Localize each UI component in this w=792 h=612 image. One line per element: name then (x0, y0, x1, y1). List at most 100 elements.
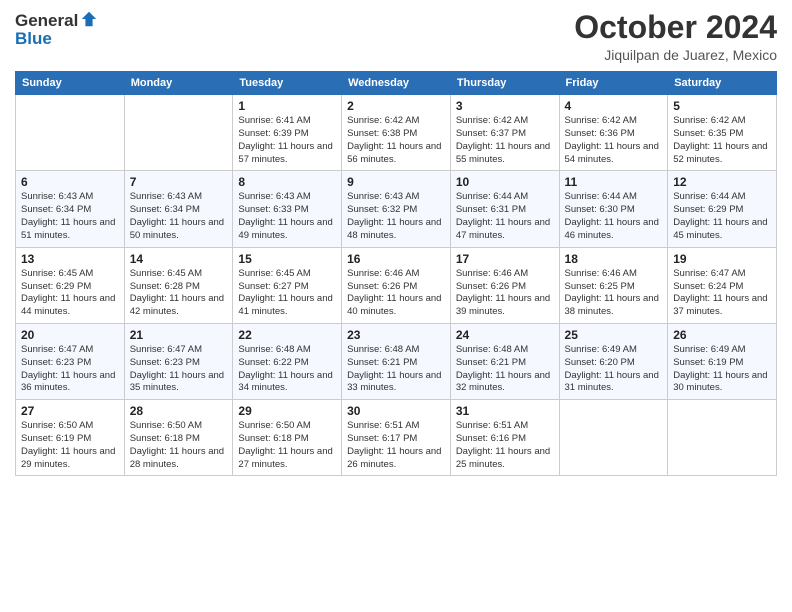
day-number: 31 (456, 404, 554, 418)
day-number: 27 (21, 404, 119, 418)
day-info: Sunrise: 6:42 AMSunset: 6:37 PMDaylight:… (456, 115, 554, 166)
day-info: Sunrise: 6:42 AMSunset: 6:38 PMDaylight:… (347, 115, 445, 166)
table-row: 17Sunrise: 6:46 AMSunset: 6:26 PMDayligh… (450, 247, 559, 323)
calendar-week-row: 27 Sunrise: 6:50 AMSunset: 6:19 PMDayligh… (16, 400, 777, 476)
table-row: 27 Sunrise: 6:50 AMSunset: 6:19 PMDayligh… (16, 400, 125, 476)
day-number: 25 (565, 328, 663, 342)
day-number: 10 (456, 175, 554, 189)
table-row: 12 Sunrise: 6:44 AMSunset: 6:29 PMDayligh… (668, 171, 777, 247)
day-info: Sunrise: 6:50 AMSunset: 6:19 PMDaylight:… (21, 420, 119, 471)
table-row: 20 Sunrise: 6:47 AMSunset: 6:23 PMDayligh… (16, 323, 125, 399)
day-info: Sunrise: 6:48 AMSunset: 6:22 PMDaylight:… (238, 344, 336, 395)
day-info: Sunrise: 6:45 AMSunset: 6:27 PMDaylight:… (238, 268, 336, 319)
table-row: 14 Sunrise: 6:45 AMSunset: 6:28 PMDayligh… (124, 247, 233, 323)
day-info: Sunrise: 6:48 AMSunset: 6:21 PMDaylight:… (347, 344, 445, 395)
table-row: 10 Sunrise: 6:44 AMSunset: 6:31 PMDayligh… (450, 171, 559, 247)
table-row: 7 Sunrise: 6:43 AMSunset: 6:34 PMDaylight… (124, 171, 233, 247)
day-number: 13 (21, 252, 119, 266)
table-row: 2 Sunrise: 6:42 AMSunset: 6:38 PMDaylight… (342, 95, 451, 171)
day-info: Sunrise: 6:46 AMSunset: 6:26 PMDaylight:… (347, 268, 445, 319)
table-row: 31Sunrise: 6:51 AMSunset: 6:16 PMDayligh… (450, 400, 559, 476)
table-row: 21 Sunrise: 6:47 AMSunset: 6:23 PMDayligh… (124, 323, 233, 399)
day-number: 24 (456, 328, 554, 342)
col-thursday: Thursday (450, 72, 559, 95)
table-row: 15 Sunrise: 6:45 AMSunset: 6:27 PMDayligh… (233, 247, 342, 323)
table-row: 22 Sunrise: 6:48 AMSunset: 6:22 PMDayligh… (233, 323, 342, 399)
day-info: Sunrise: 6:42 AMSunset: 6:35 PMDaylight:… (673, 115, 771, 166)
table-row: 11 Sunrise: 6:44 AMSunset: 6:30 PMDayligh… (559, 171, 668, 247)
logo-general-text: General (15, 12, 78, 29)
day-info: Sunrise: 6:47 AMSunset: 6:23 PMDaylight:… (21, 344, 119, 395)
day-info: Sunrise: 6:44 AMSunset: 6:29 PMDaylight:… (673, 191, 771, 242)
calendar-week-row: 20 Sunrise: 6:47 AMSunset: 6:23 PMDayligh… (16, 323, 777, 399)
day-info: Sunrise: 6:50 AMSunset: 6:18 PMDaylight:… (238, 420, 336, 471)
day-info: Sunrise: 6:43 AMSunset: 6:34 PMDaylight:… (21, 191, 119, 242)
day-number: 6 (21, 175, 119, 189)
logo-blue-text: Blue (15, 30, 52, 47)
day-info: Sunrise: 6:47 AMSunset: 6:23 PMDaylight:… (130, 344, 228, 395)
table-row: 4Sunrise: 6:42 AMSunset: 6:36 PMDaylight… (559, 95, 668, 171)
day-info: Sunrise: 6:43 AMSunset: 6:33 PMDaylight:… (238, 191, 336, 242)
day-info: Sunrise: 6:51 AMSunset: 6:17 PMDaylight:… (347, 420, 445, 471)
table-row: 18Sunrise: 6:46 AMSunset: 6:25 PMDayligh… (559, 247, 668, 323)
day-number: 2 (347, 99, 445, 113)
day-info: Sunrise: 6:49 AMSunset: 6:19 PMDaylight:… (673, 344, 771, 395)
table-row: 13 Sunrise: 6:45 AMSunset: 6:29 PMDayligh… (16, 247, 125, 323)
day-number: 19 (673, 252, 771, 266)
day-info: Sunrise: 6:45 AMSunset: 6:28 PMDaylight:… (130, 268, 228, 319)
day-number: 18 (565, 252, 663, 266)
day-number: 17 (456, 252, 554, 266)
day-number: 3 (456, 99, 554, 113)
day-info: Sunrise: 6:43 AMSunset: 6:32 PMDaylight:… (347, 191, 445, 242)
table-row: 29 Sunrise: 6:50 AMSunset: 6:18 PMDayligh… (233, 400, 342, 476)
page: General Blue October 2024 Jiquilpan de J… (0, 0, 792, 612)
day-number: 30 (347, 404, 445, 418)
day-info: Sunrise: 6:45 AMSunset: 6:29 PMDaylight:… (21, 268, 119, 319)
col-friday: Friday (559, 72, 668, 95)
calendar-week-row: 13 Sunrise: 6:45 AMSunset: 6:29 PMDayligh… (16, 247, 777, 323)
day-number: 12 (673, 175, 771, 189)
table-row: 16 Sunrise: 6:46 AMSunset: 6:26 PMDayligh… (342, 247, 451, 323)
header: General Blue October 2024 Jiquilpan de J… (15, 10, 777, 63)
table-row (124, 95, 233, 171)
day-number: 22 (238, 328, 336, 342)
day-number: 20 (21, 328, 119, 342)
table-row: 3 Sunrise: 6:42 AMSunset: 6:37 PMDaylight… (450, 95, 559, 171)
day-info: Sunrise: 6:44 AMSunset: 6:31 PMDaylight:… (456, 191, 554, 242)
day-number: 15 (238, 252, 336, 266)
col-tuesday: Tuesday (233, 72, 342, 95)
day-number: 5 (673, 99, 771, 113)
calendar-table: Sunday Monday Tuesday Wednesday Thursday… (15, 71, 777, 476)
day-number: 14 (130, 252, 228, 266)
day-info: Sunrise: 6:41 AMSunset: 6:39 PMDaylight:… (238, 115, 336, 166)
table-row: 30 Sunrise: 6:51 AMSunset: 6:17 PMDayligh… (342, 400, 451, 476)
table-row: 5 Sunrise: 6:42 AMSunset: 6:35 PMDaylight… (668, 95, 777, 171)
day-number: 21 (130, 328, 228, 342)
day-number: 11 (565, 175, 663, 189)
logo: General Blue (15, 10, 98, 47)
day-number: 28 (130, 404, 228, 418)
day-info: Sunrise: 6:43 AMSunset: 6:34 PMDaylight:… (130, 191, 228, 242)
calendar-header-row: Sunday Monday Tuesday Wednesday Thursday… (16, 72, 777, 95)
table-row: 28Sunrise: 6:50 AMSunset: 6:18 PMDayligh… (124, 400, 233, 476)
day-info: Sunrise: 6:49 AMSunset: 6:20 PMDaylight:… (565, 344, 663, 395)
calendar-location: Jiquilpan de Juarez, Mexico (574, 47, 777, 63)
day-number: 7 (130, 175, 228, 189)
table-row: 24 Sunrise: 6:48 AMSunset: 6:21 PMDayligh… (450, 323, 559, 399)
table-row (16, 95, 125, 171)
table-row: 1Sunrise: 6:41 AMSunset: 6:39 PMDaylight… (233, 95, 342, 171)
day-info: Sunrise: 6:48 AMSunset: 6:21 PMDaylight:… (456, 344, 554, 395)
day-number: 23 (347, 328, 445, 342)
day-info: Sunrise: 6:42 AMSunset: 6:36 PMDaylight:… (565, 115, 663, 166)
calendar-week-row: 1Sunrise: 6:41 AMSunset: 6:39 PMDaylight… (16, 95, 777, 171)
day-info: Sunrise: 6:44 AMSunset: 6:30 PMDaylight:… (565, 191, 663, 242)
day-number: 29 (238, 404, 336, 418)
col-sunday: Sunday (16, 72, 125, 95)
day-number: 8 (238, 175, 336, 189)
col-wednesday: Wednesday (342, 72, 451, 95)
title-area: October 2024 Jiquilpan de Juarez, Mexico (574, 10, 777, 63)
table-row (559, 400, 668, 476)
day-number: 16 (347, 252, 445, 266)
table-row: 23 Sunrise: 6:48 AMSunset: 6:21 PMDayligh… (342, 323, 451, 399)
table-row: 25 Sunrise: 6:49 AMSunset: 6:20 PMDayligh… (559, 323, 668, 399)
